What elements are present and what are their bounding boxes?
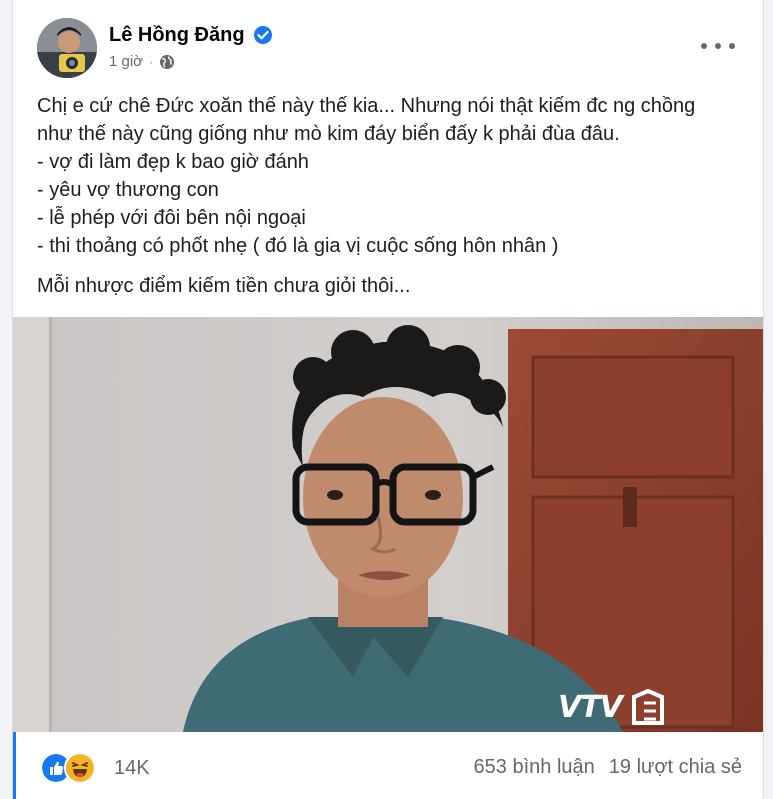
shares-count-link[interactable]: 19 lượt chia sẻ [609,756,742,779]
reaction-count: 14K [114,756,150,779]
post-card: Lê Hồng Đăng 1 giờ · Chị e cứ chê Đức xo… [12,0,764,799]
post-timestamp[interactable]: 1 giờ [109,53,143,70]
globe-icon[interactable] [159,54,175,70]
post-closing: Mỗi nhược điểm kiếm tiền chưa giỏi thôi.… [37,275,411,297]
more-dot-icon [715,43,721,49]
more-dot-icon [701,43,707,49]
author-name[interactable]: Lê Hồng Đăng [109,24,245,47]
verified-badge-icon [254,26,272,44]
post-header: Lê Hồng Đăng 1 giờ · [13,0,763,90]
post-text-line: như thế này cũng giống như mò kim đáy bi… [37,123,620,145]
comments-count-link[interactable]: 653 bình luận [474,756,595,779]
post-meta: 1 giờ · [109,53,175,70]
haha-icon [64,752,96,784]
separator-dot: · [149,54,154,69]
post-body: Chị e cứ chê Đức xoăn thế này thế kia...… [37,92,749,300]
avatar[interactable] [37,18,97,78]
avatar-image [37,18,97,78]
post-bullet: - yêu vợ thương con [37,179,219,201]
post-footer: 14K 653 bình luận 19 lượt chia sẻ [13,732,763,799]
post-bullet: - thi thoảng có phốt nhẹ ( đó là gia vị … [37,235,559,257]
watermark-text: VTV [558,689,623,725]
reactions-summary[interactable]: 14K [40,752,150,784]
more-dot-icon [729,43,735,49]
post-bullet: - vợ đi làm đẹp k bao giờ đánh [37,151,309,173]
vtv-watermark: VTV [558,689,668,725]
more-options-button[interactable] [701,34,735,58]
post-photo[interactable]: VTV [13,317,763,732]
vtv-channel-logo-icon [631,689,664,725]
photo-illustration [13,317,763,732]
engagement-stats: 653 bình luận 19 lượt chia sẻ [474,756,742,779]
post-bullet: - lễ phép với đôi bên nội ngoại [37,207,306,229]
post-text-line: Chị e cứ chê Đức xoăn thế này thế kia...… [37,95,696,117]
